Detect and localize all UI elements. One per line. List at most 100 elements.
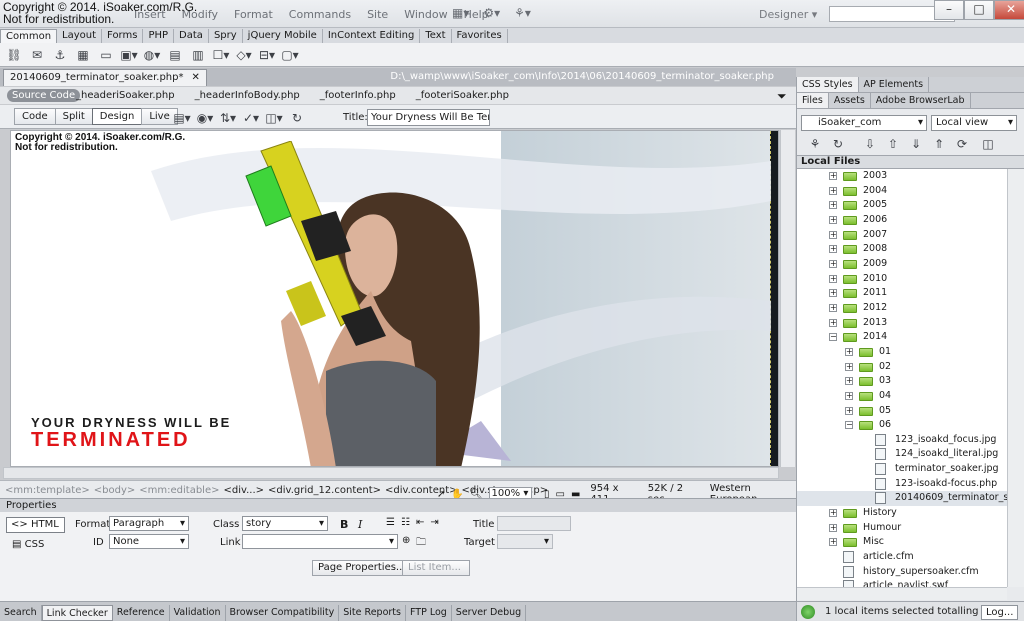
code-view-button[interactable]: Code	[14, 108, 56, 125]
get-files-icon[interactable]: ⇩	[861, 135, 879, 153]
insert-tab-spry[interactable]: Spry	[209, 28, 243, 43]
expand-toggle-icon[interactable]: +	[829, 318, 837, 327]
tag-selector-item[interactable]: <body>	[94, 485, 136, 496]
site-select[interactable]: iSoaker_com ▾	[801, 115, 927, 131]
tree-folder[interactable]: + Misc	[797, 535, 1007, 550]
check-in-icon[interactable]: ⇑	[930, 135, 948, 153]
panel-tab-files[interactable]: Files	[797, 93, 829, 108]
expand-toggle-icon[interactable]: +	[845, 347, 853, 356]
refresh-icon[interactable]: ↻	[829, 135, 847, 153]
target-select[interactable]	[497, 534, 553, 549]
expand-toggle-icon[interactable]: +	[829, 303, 837, 312]
tree-file[interactable]: history_supersoaker.cfm	[797, 565, 1007, 580]
div-icon[interactable]: ▭	[97, 46, 115, 64]
bottom-tab-search[interactable]: Search	[0, 604, 42, 621]
anchor-icon[interactable]: ⚓	[51, 46, 69, 64]
expand-toggle-icon[interactable]: +	[845, 391, 853, 400]
panel-tab-adobe-browserlab[interactable]: Adobe BrowserLab	[871, 93, 971, 108]
refresh-design-icon[interactable]: ↻	[288, 109, 306, 127]
html-mode-button[interactable]: <> HTML	[6, 517, 65, 533]
image-icon[interactable]: ▣▾	[120, 46, 138, 64]
site-icon[interactable]: ⚘▾	[514, 6, 531, 20]
design-vertical-scrollbar[interactable]	[780, 130, 795, 467]
tree-folder[interactable]: +2011	[797, 286, 1007, 301]
format-select[interactable]: Paragraph	[109, 516, 189, 531]
expand-toggle-icon[interactable]: +	[829, 289, 837, 298]
table-icon[interactable]: ▦	[74, 46, 92, 64]
gear-icon[interactable]: ⚙▾	[483, 6, 500, 20]
expand-toggle-icon[interactable]: +	[845, 362, 853, 371]
tree-file[interactable]: 123_isoakd_focus.jpg	[797, 433, 1007, 448]
unordered-list-icon[interactable]: ☰	[386, 517, 395, 528]
panel-tab-css-styles[interactable]: CSS Styles	[797, 77, 859, 92]
expand-toggle-icon[interactable]: +	[829, 509, 837, 518]
tree-folder[interactable]: +2003	[797, 169, 1007, 184]
tree-file[interactable]: 123-isoakd-focus.php	[797, 477, 1007, 492]
expand-toggle-icon[interactable]: +	[845, 377, 853, 386]
comment-icon[interactable]: ☐▾	[212, 46, 230, 64]
expand-toggle-icon[interactable]: +	[829, 230, 837, 239]
script-icon[interactable]: ⊟▾	[258, 46, 276, 64]
insert-tab-jquery-mobile[interactable]: jQuery Mobile	[243, 28, 323, 43]
visual-aids-icon[interactable]: ◫▾	[265, 109, 283, 127]
tree-folder[interactable]: +02	[797, 360, 1007, 375]
id-select[interactable]: None	[109, 534, 189, 549]
tag-selector-item[interactable]: <div.grid_12.content>	[268, 485, 381, 496]
tree-folder[interactable]: +01	[797, 345, 1007, 360]
italic-button[interactable]: I	[358, 518, 362, 531]
related-file[interactable]: _footeriSoaker.php	[416, 90, 509, 101]
insert-tab-data[interactable]: Data	[174, 28, 209, 43]
templates-icon[interactable]: ▢▾	[281, 46, 299, 64]
insert-tab-incontext-editing[interactable]: InContext Editing	[323, 28, 421, 43]
check-browser-icon[interactable]: ✓▾	[242, 109, 260, 127]
tree-folder[interactable]: + Humour	[797, 521, 1007, 536]
expand-toggle-icon[interactable]: +	[829, 245, 837, 254]
source-code-button[interactable]: Source Code	[7, 89, 81, 102]
related-file[interactable]: _headerInfoBody.php	[195, 90, 300, 101]
expand-toggle-icon[interactable]: +	[829, 259, 837, 268]
bottom-tab-ftp-log[interactable]: FTP Log	[406, 604, 452, 621]
tree-folder[interactable]: +2012	[797, 301, 1007, 316]
bottom-tab-validation[interactable]: Validation	[170, 604, 226, 621]
layout-icon[interactable]: ▦▾	[452, 6, 469, 20]
tree-folder[interactable]: +2004	[797, 184, 1007, 199]
design-horizontal-scrollbar[interactable]	[3, 467, 779, 479]
close-tab-icon[interactable]: ✕	[192, 70, 200, 86]
tree-folder[interactable]: − 2014	[797, 330, 1007, 345]
tree-horizontal-scrollbar[interactable]	[797, 587, 1007, 600]
bottom-tab-server-debug[interactable]: Server Debug	[452, 604, 527, 621]
expand-toggle-icon[interactable]: +	[829, 186, 837, 195]
date-icon[interactable]: ▤	[166, 46, 184, 64]
split-view-button[interactable]: Split	[54, 108, 93, 125]
tree-file[interactable]: 124_isoakd_literal.jpg	[797, 447, 1007, 462]
tag-selector-item[interactable]: <div...>	[223, 485, 264, 496]
tree-file[interactable]: terminator_soaker.jpg	[797, 462, 1007, 477]
point-to-file-icon[interactable]: ⊕	[402, 535, 410, 546]
tree-file[interactable]: article.cfm	[797, 550, 1007, 565]
expand-toggle-icon[interactable]: +	[829, 274, 837, 283]
bottom-tab-site-reports[interactable]: Site Reports	[339, 604, 406, 621]
tree-folder[interactable]: +05	[797, 404, 1007, 419]
bottom-tab-browser-compatibility[interactable]: Browser Compatibility	[226, 604, 340, 621]
indent-icon[interactable]: ⇥	[430, 517, 438, 528]
workspace-switcher[interactable]: Designer ▾	[759, 8, 817, 21]
log-button[interactable]: Log...	[981, 605, 1019, 620]
related-file[interactable]: _footerInfo.php	[320, 90, 396, 101]
title-input[interactable]: Your Dryness Will Be Terminated	[367, 109, 490, 126]
synchronize-icon[interactable]: ⟳	[953, 135, 971, 153]
insert-tab-text[interactable]: Text	[420, 28, 452, 43]
design-view[interactable]: Copyright © 2014. iSoaker.com/R.G. Not f…	[10, 130, 779, 467]
design-view-button[interactable]: Design	[91, 108, 143, 125]
insert-tab-favorites[interactable]: Favorites	[452, 28, 508, 43]
hyperlink-icon[interactable]: ⛓	[5, 46, 23, 64]
link-input[interactable]	[242, 534, 398, 549]
tree-folder[interactable]: + History	[797, 506, 1007, 521]
panel-tab-ap-elements[interactable]: AP Elements	[859, 77, 930, 92]
tree-file[interactable]: 20140609_terminator_soaker.php	[797, 491, 1007, 507]
maximize-button[interactable]: □	[964, 0, 994, 20]
bottom-tab-link-checker[interactable]: Link Checker	[41, 604, 113, 621]
ordered-list-icon[interactable]: ☷	[401, 517, 410, 528]
tree-folder[interactable]: +2005	[797, 198, 1007, 213]
put-files-icon[interactable]: ⇧	[884, 135, 902, 153]
tree-folder[interactable]: +2009	[797, 257, 1007, 272]
